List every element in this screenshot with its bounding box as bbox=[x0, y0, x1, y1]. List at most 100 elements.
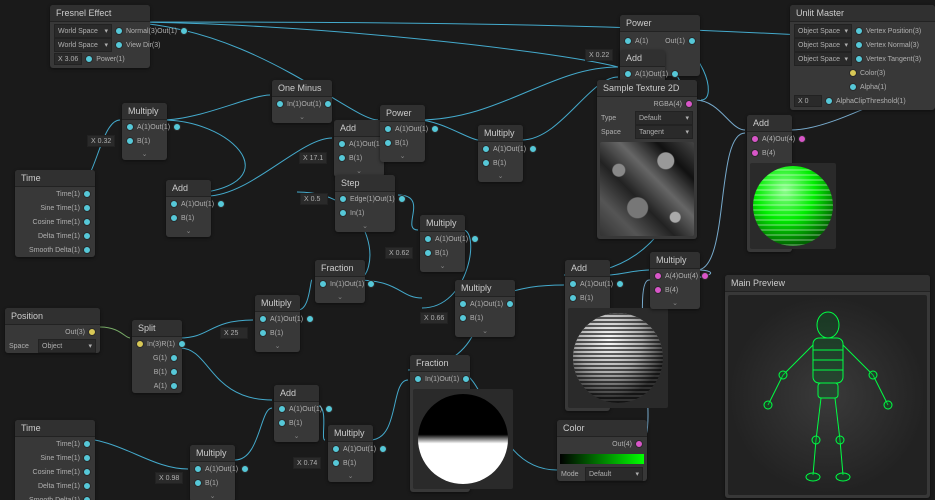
port-out[interactable] bbox=[671, 70, 679, 78]
port-out[interactable] bbox=[241, 465, 249, 473]
node-time[interactable]: Time Time(1) Sine Time(1) Cosine Time(1)… bbox=[15, 170, 95, 257]
value-field[interactable]: X 0.22 bbox=[585, 49, 613, 61]
node-multiply[interactable]: Multiply A(1)Out(1) X 0.66B(1) ⌄ bbox=[455, 280, 515, 337]
port-in[interactable] bbox=[569, 294, 577, 302]
dropdown-space[interactable]: Object Space▾ bbox=[794, 38, 852, 52]
node-add[interactable]: Add A(1)Out(1) B(1) ⌄ bbox=[166, 180, 211, 237]
port-in[interactable] bbox=[276, 100, 284, 108]
port-in[interactable] bbox=[115, 41, 123, 49]
value-field[interactable]: X 25 bbox=[220, 327, 248, 339]
chevron-down-icon[interactable]: ⌄ bbox=[650, 297, 700, 309]
port-out[interactable] bbox=[83, 246, 91, 254]
port-in[interactable] bbox=[194, 479, 202, 487]
chevron-down-icon[interactable]: ⌄ bbox=[328, 470, 373, 482]
port-out[interactable] bbox=[83, 204, 91, 212]
chevron-down-icon[interactable]: ⌄ bbox=[335, 220, 395, 232]
port-out[interactable] bbox=[170, 354, 178, 362]
port-out[interactable] bbox=[529, 145, 537, 153]
port-in[interactable] bbox=[170, 214, 178, 222]
port-in[interactable] bbox=[424, 249, 432, 257]
dropdown-space[interactable]: World Space▾ bbox=[54, 38, 112, 52]
port-in[interactable] bbox=[319, 280, 327, 288]
value-field[interactable]: X 0.74 bbox=[293, 457, 321, 469]
port-out[interactable] bbox=[83, 232, 91, 240]
port-in[interactable] bbox=[424, 235, 432, 243]
port-in[interactable] bbox=[825, 97, 833, 105]
port-in[interactable] bbox=[654, 272, 662, 280]
port-out[interactable] bbox=[178, 340, 186, 348]
node-time[interactable]: Time Time(1) Sine Time(1) Cosine Time(1)… bbox=[15, 420, 95, 500]
dropdown-type[interactable]: Default▾ bbox=[635, 111, 693, 125]
port-in[interactable] bbox=[384, 139, 392, 147]
port-out[interactable] bbox=[170, 368, 178, 376]
node-add[interactable]: Add A(1)Out(1) B(1) bbox=[565, 260, 610, 411]
port-out[interactable] bbox=[324, 100, 332, 108]
node-split[interactable]: Split In(3)R(1) G(1) B(1) A(1) bbox=[132, 320, 182, 393]
node-power[interactable]: Power A(1)Out(1) B(1) ⌄ bbox=[380, 105, 425, 162]
chevron-down-icon[interactable]: ⌄ bbox=[255, 340, 300, 352]
node-fraction[interactable]: Fraction In(1)Out(1) bbox=[410, 355, 470, 492]
port-out[interactable] bbox=[685, 100, 693, 108]
port-in[interactable] bbox=[259, 329, 267, 337]
port-in[interactable] bbox=[115, 27, 123, 35]
port-out[interactable] bbox=[471, 235, 479, 243]
port-out[interactable] bbox=[462, 375, 470, 383]
port-out[interactable] bbox=[379, 445, 387, 453]
port-in[interactable] bbox=[278, 419, 286, 427]
port-out[interactable] bbox=[616, 280, 624, 288]
node-fraction[interactable]: Fraction In(1)Out(1) ⌄ bbox=[315, 260, 365, 303]
port-out[interactable] bbox=[83, 190, 91, 198]
port-in[interactable] bbox=[624, 70, 632, 78]
node-unlit-master[interactable]: Unlit Master Object Space▾Vertex Positio… bbox=[790, 5, 935, 110]
chevron-down-icon[interactable]: ⌄ bbox=[166, 225, 211, 237]
port-out[interactable] bbox=[367, 280, 375, 288]
port-in[interactable] bbox=[855, 27, 863, 35]
port-out[interactable] bbox=[431, 125, 439, 133]
node-fresnel-effect[interactable]: Fresnel Effect World Space▾Normal(3)Out(… bbox=[50, 5, 150, 68]
port-in[interactable] bbox=[751, 135, 759, 143]
node-multiply[interactable]: Multiply A(1)Out(1) X 25B(1) ⌄ bbox=[255, 295, 300, 352]
port-in[interactable] bbox=[482, 159, 490, 167]
port-out[interactable] bbox=[325, 405, 333, 413]
port-in[interactable] bbox=[259, 315, 267, 323]
port-in[interactable] bbox=[339, 195, 347, 203]
preview-viewport[interactable] bbox=[728, 295, 927, 495]
port-in[interactable] bbox=[339, 209, 347, 217]
main-preview[interactable]: Main Preview bbox=[725, 275, 930, 498]
port-in[interactable] bbox=[126, 137, 134, 145]
port-out[interactable] bbox=[306, 315, 314, 323]
port-out[interactable] bbox=[83, 496, 91, 500]
port-in[interactable] bbox=[332, 445, 340, 453]
chevron-down-icon[interactable]: ⌄ bbox=[190, 490, 235, 500]
value-field[interactable]: X 0.66 bbox=[420, 312, 448, 324]
port-out[interactable] bbox=[506, 300, 514, 308]
value-field[interactable]: X 0.98 bbox=[155, 472, 183, 484]
node-multiply[interactable]: Multiply A(1)Out(1) X 0.74B(1) ⌄ bbox=[328, 425, 373, 482]
dropdown-space[interactable]: Object Space▾ bbox=[794, 24, 852, 38]
chevron-down-icon[interactable]: ⌄ bbox=[272, 111, 332, 123]
port-in[interactable] bbox=[170, 200, 178, 208]
port-out[interactable] bbox=[83, 468, 91, 476]
port-in[interactable] bbox=[751, 149, 759, 157]
port-out[interactable] bbox=[170, 382, 178, 390]
dropdown-space[interactable]: Object▾ bbox=[38, 339, 96, 353]
port-in[interactable] bbox=[482, 145, 490, 153]
value-field[interactable]: X 0.5 bbox=[300, 193, 328, 205]
port-in[interactable] bbox=[855, 41, 863, 49]
value-field[interactable]: X 0 bbox=[794, 95, 822, 107]
port-out[interactable] bbox=[83, 482, 91, 490]
port-in[interactable] bbox=[849, 69, 857, 77]
color-swatch[interactable] bbox=[560, 454, 644, 464]
port-in[interactable] bbox=[278, 405, 286, 413]
node-multiply[interactable]: Multiply A(1)Out(1) B(1) ⌄ bbox=[478, 125, 523, 182]
port-out[interactable] bbox=[83, 218, 91, 226]
port-in[interactable] bbox=[459, 300, 467, 308]
port-out[interactable] bbox=[635, 440, 643, 448]
value-field[interactable]: X 17.1 bbox=[299, 152, 327, 164]
port-in[interactable] bbox=[849, 83, 857, 91]
port-out[interactable] bbox=[83, 454, 91, 462]
value-field[interactable]: X 0.62 bbox=[385, 247, 413, 259]
port-out[interactable] bbox=[398, 195, 406, 203]
dropdown-space[interactable]: World Space▾ bbox=[54, 24, 112, 38]
value-field[interactable]: X 3.06 bbox=[54, 53, 82, 65]
